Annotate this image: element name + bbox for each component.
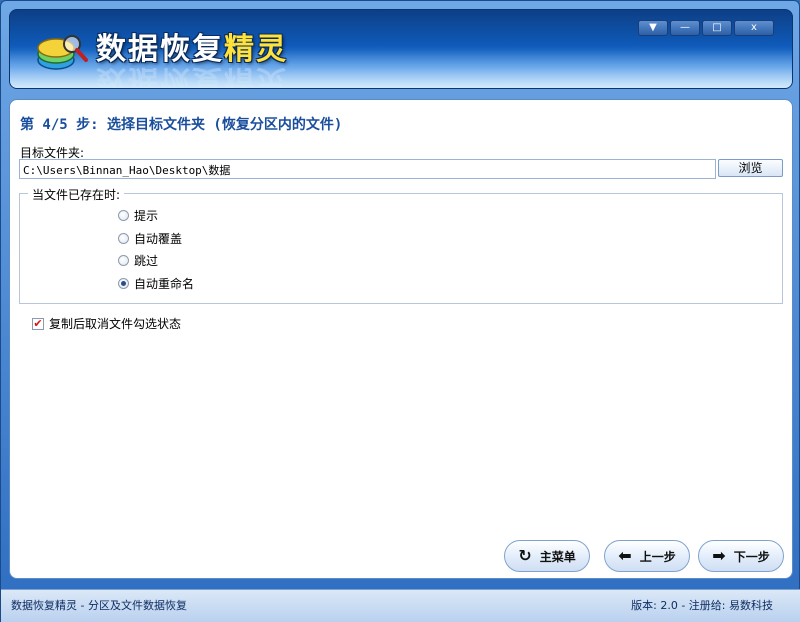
option-skip[interactable]: 跳过 (118, 252, 158, 269)
option-overwrite[interactable]: 自动覆盖 (118, 230, 182, 247)
arrow-left-icon: ⬅ (618, 546, 632, 565)
maximize-button[interactable]: □ (702, 20, 732, 36)
app-window: 数据恢复精灵 数据恢复精灵 ▼ — □ x 第 4/5 步: 选择目标文件夹 (… (0, 0, 800, 622)
app-logo-icon (37, 35, 88, 70)
status-app-info: 数据恢复精灵 - 分区及文件数据恢复 (11, 599, 187, 612)
prev-step-label: 上一步 (639, 549, 676, 564)
close-button[interactable]: x (734, 20, 774, 36)
minimize-button[interactable]: — (670, 20, 700, 36)
main-menu-button[interactable]: ↻ 主菜单 (504, 540, 590, 572)
file-exists-legend: 当文件已存在时: (28, 186, 125, 203)
option-overwrite-label: 自动覆盖 (134, 232, 183, 246)
window-controls: ▼ — □ x (638, 20, 774, 36)
target-folder-input[interactable]: C:\Users\Binnan_Hao\Desktop\数据 (19, 159, 716, 179)
uncheck-after-copy-checkbox[interactable]: ✔ (32, 317, 44, 330)
option-auto-rename[interactable]: 自动重命名 (118, 275, 194, 292)
option-auto-rename-label: 自动重命名 (134, 277, 195, 291)
wizard-panel: 第 4/5 步: 选择目标文件夹 (恢复分区内的文件) 目标文件夹: C:\Us… (9, 99, 793, 579)
uncheck-after-copy-label: 复制后取消文件勾选状态 (49, 317, 182, 331)
refresh-icon: ↻ (518, 546, 532, 565)
next-step-button[interactable]: ➡ 下一步 (698, 540, 784, 572)
step-title: 第 4/5 步: 选择目标文件夹 (恢复分区内的文件) (20, 117, 343, 133)
menu-dropdown-button[interactable]: ▼ (638, 20, 668, 36)
header-banner: 数据恢复精灵 数据恢复精灵 ▼ — □ x (9, 9, 793, 89)
option-prompt[interactable]: 提示 (118, 207, 158, 224)
browse-button[interactable]: 浏览 (718, 159, 783, 177)
radio-auto-rename[interactable] (118, 278, 129, 289)
option-skip-label: 跳过 (134, 254, 159, 268)
uncheck-after-copy-option[interactable]: ✔ 复制后取消文件勾选状态 (32, 315, 181, 332)
main-menu-label: 主菜单 (539, 549, 576, 564)
prev-step-button[interactable]: ⬅ 上一步 (604, 540, 690, 572)
status-version-info: 版本: 2.0 - 注册给: 易数科技 (631, 599, 773, 612)
arrow-right-icon: ➡ (712, 546, 726, 565)
next-step-label: 下一步 (733, 549, 770, 564)
radio-overwrite[interactable] (118, 233, 129, 244)
option-prompt-label: 提示 (134, 209, 159, 223)
radio-prompt[interactable] (118, 210, 129, 221)
app-title: 数据恢复精灵 (96, 32, 288, 67)
radio-skip[interactable] (118, 255, 129, 266)
status-bar: 数据恢复精灵 - 分区及文件数据恢复 版本: 2.0 - 注册给: 易数科技 (1, 589, 800, 622)
